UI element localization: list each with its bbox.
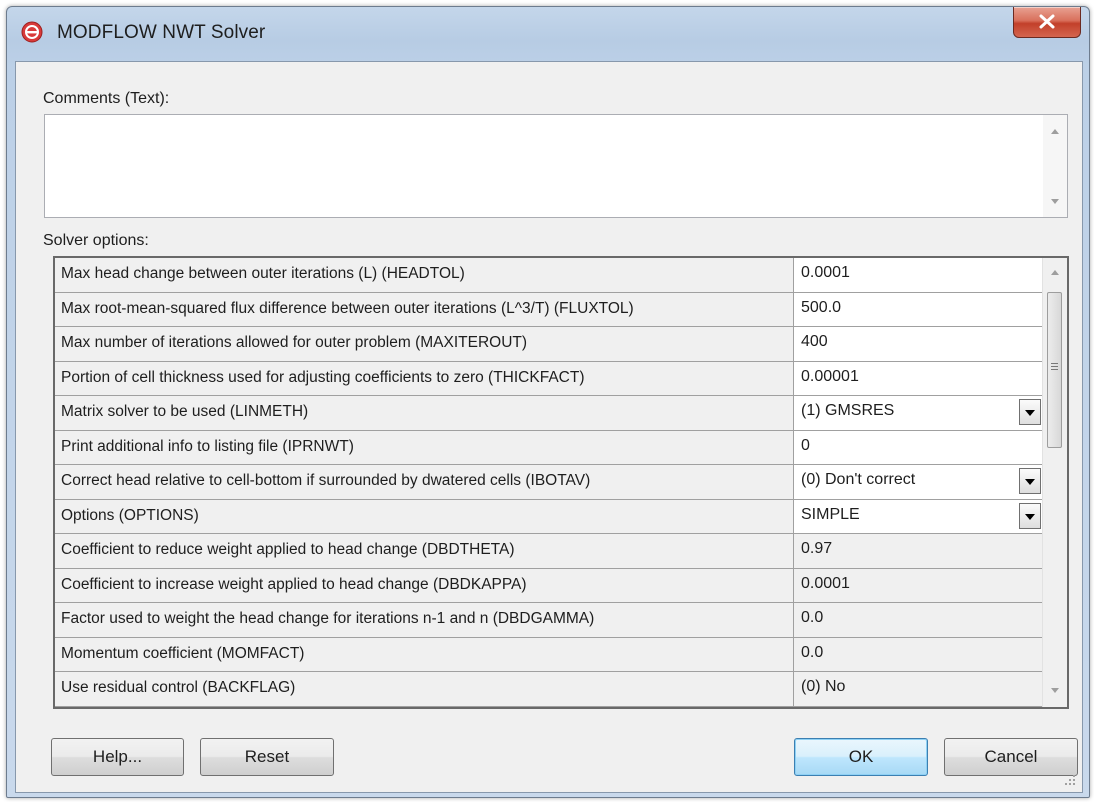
option-label: Coefficient to reduce weight applied to …: [55, 534, 794, 568]
grid-scroll-down-icon[interactable]: [1051, 688, 1059, 693]
option-label: Momentum coefficient (MOMFACT): [55, 637, 794, 671]
option-value: 0.0001: [794, 569, 1045, 603]
table-row: Coefficient to increase weight applied t…: [55, 568, 1045, 603]
option-label: Options (OPTIONS): [55, 499, 794, 533]
chevron-down-icon[interactable]: [1019, 399, 1041, 425]
title-bar[interactable]: MODFLOW NWT Solver: [7, 7, 1089, 61]
comments-scrollbar[interactable]: [1043, 115, 1067, 217]
table-row: Momentum coefficient (MOMFACT) 0.0: [55, 637, 1045, 672]
option-value: (0) No: [794, 672, 1045, 706]
option-value: 0.0: [794, 638, 1045, 672]
table-row: Max number of iterations allowed for out…: [55, 327, 1045, 362]
option-value[interactable]: 500.0: [794, 292, 1045, 326]
option-value-text: (1) GMSRES: [801, 402, 895, 419]
grid-scroll-thumb[interactable]: [1047, 292, 1062, 448]
comments-field[interactable]: [44, 114, 1068, 218]
cancel-button[interactable]: Cancel: [944, 738, 1078, 776]
option-value-text: (0) Don't correct: [801, 471, 916, 488]
grid-scroll-up-icon[interactable]: [1051, 270, 1059, 275]
option-value[interactable]: 0.0001: [794, 258, 1045, 292]
option-label: Print additional info to listing file (I…: [55, 430, 794, 464]
table-row: Options (OPTIONS) SIMPLE: [55, 499, 1045, 534]
resize-grip-icon[interactable]: [1064, 774, 1076, 786]
close-icon: [1039, 14, 1055, 29]
table-row: Portion of cell thickness used for adjus…: [55, 361, 1045, 396]
solver-options-rows: Max head change between outer iterations…: [55, 258, 1045, 707]
option-value-text: 0.0: [801, 609, 824, 626]
option-value-text: 400: [801, 333, 828, 350]
solver-options-label: Solver options:: [43, 232, 149, 249]
option-dropdown[interactable]: SIMPLE: [794, 499, 1045, 533]
option-value-text: 0.0001: [801, 264, 850, 281]
option-value[interactable]: 0.00001: [794, 361, 1045, 395]
comments-textarea[interactable]: [45, 115, 1041, 217]
grip-line: [1051, 363, 1058, 364]
option-value-text: SIMPLE: [801, 505, 860, 523]
table-row: Coefficient to reduce weight applied to …: [55, 534, 1045, 569]
table-row: Max head change between outer iterations…: [55, 258, 1045, 293]
option-label: Use residual control (BACKFLAG): [55, 672, 794, 706]
option-label: Portion of cell thickness used for adjus…: [55, 361, 794, 395]
option-label: Max root-mean-squared flux difference be…: [55, 292, 794, 326]
comments-label: Comments (Text):: [43, 90, 170, 107]
table-row: Print additional info to listing file (I…: [55, 430, 1045, 465]
ok-button[interactable]: OK: [794, 738, 928, 776]
option-value[interactable]: 400: [794, 327, 1045, 361]
table-row: Use residual control (BACKFLAG) (0) No: [55, 672, 1045, 707]
window-title: MODFLOW NWT Solver: [57, 22, 266, 43]
dialog-client-area: Comments (Text): Solver options: Max hea…: [15, 61, 1083, 793]
scroll-up-arrow-icon[interactable]: [1051, 129, 1059, 134]
option-dropdown[interactable]: (1) GMSRES: [794, 396, 1045, 430]
help-button[interactable]: Help...: [51, 738, 184, 776]
table-row: Matrix solver to be used (LINMETH) (1) GM…: [55, 396, 1045, 431]
table-row: Max root-mean-squared flux difference be…: [55, 292, 1045, 327]
chevron-down-icon[interactable]: [1019, 468, 1041, 494]
option-label: Coefficient to increase weight applied t…: [55, 568, 794, 602]
option-label: Matrix solver to be used (LINMETH): [55, 396, 794, 430]
gms-logo-icon: [21, 21, 43, 43]
grip-line: [1051, 369, 1058, 370]
option-dropdown[interactable]: (0) Don't correct: [794, 465, 1045, 499]
option-label: Max head change between outer iterations…: [55, 258, 794, 292]
option-value-text: 0.0: [801, 643, 824, 661]
reset-button[interactable]: Reset: [200, 738, 334, 776]
option-label: Max number of iterations allowed for out…: [55, 327, 794, 361]
option-value-text: (0) No: [801, 678, 846, 695]
option-label: Factor used to weight the head change fo…: [55, 603, 794, 637]
close-button[interactable]: [1013, 7, 1081, 38]
table-row: Factor used to weight the head change fo…: [55, 603, 1045, 638]
scroll-down-arrow-icon[interactable]: [1051, 199, 1059, 204]
option-value[interactable]: 0: [794, 430, 1045, 464]
option-value-text: 0.97: [801, 540, 833, 557]
solver-options-grid: Max head change between outer iterations…: [53, 256, 1069, 709]
grip-line: [1051, 366, 1058, 367]
option-value: 0.0: [794, 603, 1045, 637]
dialog-window: MODFLOW NWT Solver Comments (Text): Solv…: [6, 6, 1090, 798]
option-value-text: 0: [801, 436, 810, 454]
option-label: Correct head relative to cell-bottom if …: [55, 465, 794, 499]
option-value-text: 0.0001: [801, 574, 850, 592]
chevron-down-icon[interactable]: [1019, 502, 1041, 529]
grid-scrollbar[interactable]: [1042, 258, 1067, 707]
option-value: 0.97: [794, 534, 1045, 568]
option-value-text: 500.0: [801, 298, 842, 316]
option-value-text: 0.00001: [801, 367, 859, 385]
table-row: Correct head relative to cell-bottom if …: [55, 465, 1045, 500]
